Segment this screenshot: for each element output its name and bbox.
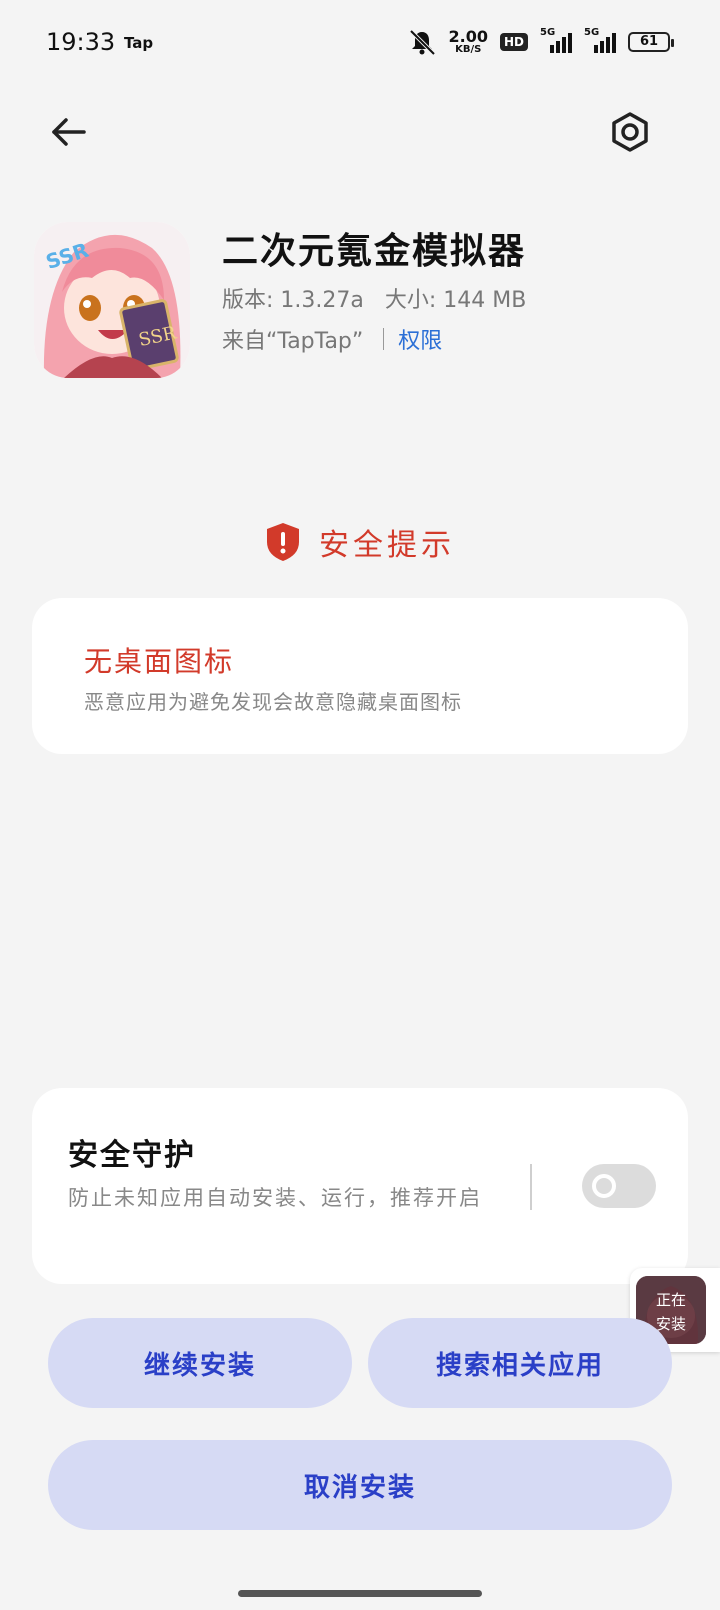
safety-header: 安全提示 xyxy=(0,520,720,564)
signal-icon-2: 5G xyxy=(584,27,616,55)
battery-icon: 61 xyxy=(628,32,674,52)
status-icons: 2.00 KB/S HD 5G 5G 61 xyxy=(407,26,674,58)
app-source-row: 来自“TapTap” 权限 xyxy=(222,323,442,355)
app-icon: SSR SSR xyxy=(34,222,190,378)
app-source: 来自“TapTap” xyxy=(222,329,364,354)
settings-button[interactable] xyxy=(608,110,652,154)
mute-bell-icon xyxy=(409,29,435,56)
gear-icon xyxy=(612,112,648,152)
status-time: 19:33 xyxy=(46,28,116,56)
guard-description: 防止未知应用自动安装、运行，推荐开启 xyxy=(68,1186,482,1210)
cancel-install-button[interactable]: 取消安装 xyxy=(48,1440,672,1530)
net-speed: 2.00 KB/S xyxy=(449,29,488,55)
warning-card: 无桌面图标 恶意应用为避免发现会故意隐藏桌面图标 xyxy=(32,598,688,754)
toggle-knob xyxy=(592,1174,616,1198)
installing-line-1: 正在 xyxy=(655,1291,686,1309)
divider xyxy=(530,1164,532,1210)
warning-title: 无桌面图标 xyxy=(84,645,235,678)
security-guard-card: 安全守护 防止未知应用自动安装、运行，推荐开启 xyxy=(32,1088,688,1284)
guard-title: 安全守护 xyxy=(68,1138,196,1173)
signal-icon: 5G xyxy=(540,27,572,55)
hd-icon: HD xyxy=(499,33,528,51)
back-arrow-icon xyxy=(52,118,86,146)
shield-warning-icon xyxy=(267,523,299,561)
app-version-size: 版本: 1.3.27a 大小: 144 MB xyxy=(222,288,527,313)
warning-description: 恶意应用为避免发现会故意隐藏桌面图标 xyxy=(84,690,462,714)
anime-girl-icon: SSR SSR xyxy=(34,222,190,378)
permissions-link[interactable]: 权限 xyxy=(398,323,442,355)
search-related-apps-button[interactable]: 搜索相关应用 xyxy=(368,1318,672,1408)
continue-install-button[interactable]: 继续安装 xyxy=(48,1318,352,1408)
security-guard-toggle[interactable] xyxy=(582,1164,656,1208)
home-indicator[interactable] xyxy=(238,1590,482,1597)
divider xyxy=(383,328,385,350)
notification-app-label: Tap xyxy=(124,34,154,52)
app-name: 二次元氪金模拟器 xyxy=(222,231,527,272)
net-speed-unit: KB/S xyxy=(455,44,482,55)
net-speed-value: 2.00 xyxy=(448,27,488,46)
safety-title: 安全提示 xyxy=(319,528,455,563)
back-button[interactable] xyxy=(46,110,90,154)
